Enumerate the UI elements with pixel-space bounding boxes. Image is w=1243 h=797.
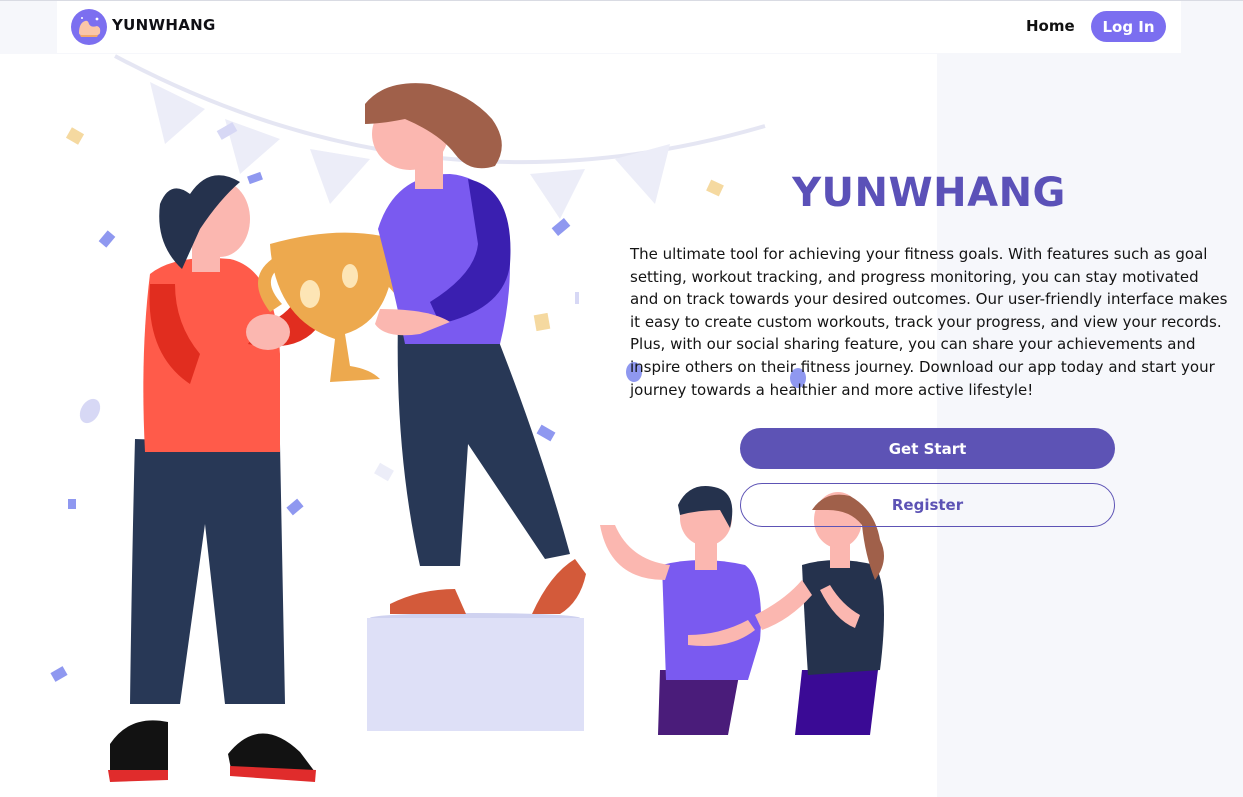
login-button[interactable]: Log In [1091,11,1166,42]
hero-description: The ultimate tool for achieving your fit… [630,245,1228,399]
nav-home-link[interactable]: Home [1026,17,1075,35]
flexed-arm-icon[interactable] [71,9,107,45]
hero-title: YUNWHANG [792,170,1066,216]
top-navbar: YUNWHANG Home Log In [57,1,1181,53]
get-start-button[interactable]: Get Start [740,428,1115,469]
brand-name[interactable]: YUNWHANG [112,16,216,34]
register-button[interactable]: Register [740,483,1115,527]
